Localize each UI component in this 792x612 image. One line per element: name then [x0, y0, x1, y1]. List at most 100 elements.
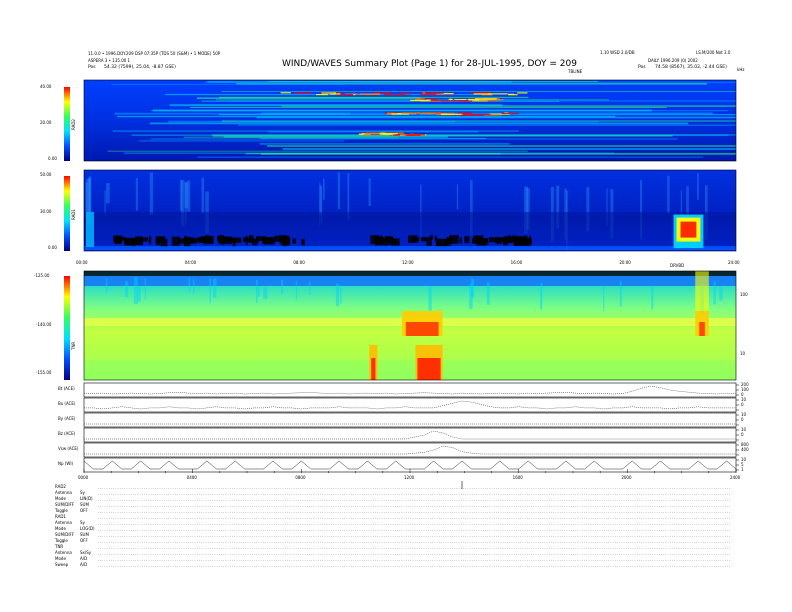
rad1-dark-band — [248, 235, 254, 243]
rad1-colorbar — [64, 176, 70, 251]
tnr-streak — [188, 277, 191, 293]
rad2-intense — [488, 93, 508, 95]
rad2-tick-bottom: 0.00 — [48, 156, 57, 161]
rad1-dark-band — [483, 238, 487, 246]
rad1-dark-band — [292, 238, 296, 244]
rad2-intense — [517, 92, 528, 94]
rad1-streak — [104, 190, 106, 216]
rad2-intense — [443, 93, 454, 95]
footer-dotted-rows — [98, 481, 730, 567]
rad1-streak — [135, 178, 138, 211]
line-panel-right-tick: 0 — [741, 417, 744, 422]
rad1-dark-band — [392, 238, 396, 245]
footer-key: RAD2 — [55, 484, 66, 489]
rad2-band — [149, 122, 689, 125]
tnr-low-burst-core — [417, 358, 441, 380]
rad2-intense — [405, 134, 426, 136]
rad1-dark-band — [459, 237, 463, 244]
rad1-streak — [201, 177, 205, 214]
rad1-dark-band — [262, 237, 272, 244]
rad2-band — [259, 142, 510, 145]
rad1-dark-band — [245, 235, 248, 245]
rad2-intense — [401, 112, 419, 114]
footer-value: Sy — [80, 490, 85, 495]
rad1-streak — [337, 172, 340, 209]
footer-key: RAD1 — [55, 514, 66, 519]
line-panel-right-tick: 0 — [741, 432, 744, 437]
rad2-intense — [410, 99, 430, 102]
time-tick-label: 0000 — [78, 475, 89, 480]
line-panel-frame — [83, 427, 737, 443]
rad1-streak — [105, 183, 110, 204]
rad2-axis-label: RAD2 — [71, 119, 76, 130]
rad1-dark-band — [379, 238, 388, 246]
tnr-streak — [603, 286, 605, 311]
rad1-dark-band — [135, 236, 143, 246]
rad2-band — [192, 104, 484, 106]
tnr-marker: DRVBD — [670, 263, 685, 268]
tnr-streak — [651, 286, 654, 310]
rad2-intense — [380, 132, 386, 134]
rad1-dark-band — [114, 235, 122, 244]
footer-key: Antenna — [55, 490, 72, 495]
rad2-band — [152, 109, 652, 112]
tnr-streak — [209, 278, 211, 304]
rad1-dark-band — [279, 235, 288, 243]
plot-canvas — [64, 79, 739, 567]
rad2-band — [197, 156, 703, 158]
tnr-tick-mid: -140.00 — [36, 322, 52, 327]
rad1-tick-mid: 30.00 — [40, 209, 52, 214]
rad1-streak — [456, 184, 459, 210]
rad1-bottom-row — [84, 246, 736, 250]
summary-plot-page: 11.0.0 • 1996.DOY.209 DSP 07:35P (TDS 50… — [0, 0, 792, 612]
rad2-band — [268, 130, 478, 133]
rad1-dark-band — [477, 235, 484, 240]
time-tick-label: 04:00 — [184, 260, 197, 265]
tnr-emission-core — [405, 322, 439, 336]
footer-key: Toggle — [55, 538, 68, 543]
rad2-intense — [450, 99, 470, 102]
rad2-intense — [420, 93, 437, 95]
rad2-band — [107, 150, 528, 152]
rad2-intense — [364, 134, 370, 136]
tnr-streak — [105, 278, 108, 293]
tnr-streak — [469, 283, 473, 310]
footer-value: SUM — [80, 502, 89, 507]
time-tick-label: 16:00 — [510, 260, 523, 265]
line-panel-right-tick: 400 — [741, 447, 749, 452]
rad1-dark-band — [220, 236, 225, 245]
rad1-dark-band — [148, 236, 152, 245]
rad2-tick-top: 40.00 — [40, 84, 52, 89]
line-panel-right-tick: 1 — [741, 467, 744, 472]
tnr-streak — [619, 281, 622, 307]
tnr-streak — [295, 281, 298, 300]
tnr-axis-label: TNR — [71, 341, 76, 350]
time-tick-label: 2000 — [621, 475, 632, 480]
line-series — [83, 460, 737, 470]
rad1-streak — [697, 173, 699, 200]
line-panel-right-tick: 0 — [741, 402, 744, 407]
footer-key: Antenna — [55, 550, 72, 555]
tnr-streak — [192, 279, 195, 294]
rad2-intense — [294, 92, 313, 94]
rad2-intense — [421, 112, 441, 114]
rad1-edge — [86, 212, 94, 247]
rad2-intense — [440, 113, 447, 115]
rad1-dark-band — [178, 238, 185, 244]
rad2-intense — [415, 98, 425, 100]
tnr-right-tick-100: 100 — [740, 292, 748, 297]
line-series — [84, 445, 736, 455]
tnr-streak — [541, 282, 543, 310]
rad2-intense — [473, 93, 491, 95]
rad1-tick-top: 50.00 — [40, 172, 52, 177]
tnr-colorbar — [64, 276, 70, 380]
line-panel-label: Bt (ACE) — [58, 386, 75, 391]
tnr-streak — [263, 286, 268, 299]
footer-key: TNR — [55, 544, 64, 549]
rad1-streak — [368, 178, 371, 206]
tnr-streak — [719, 286, 723, 301]
rad1-dark-band — [234, 237, 242, 244]
time-tick-label: 0800 — [295, 475, 306, 480]
rad2-band — [267, 145, 736, 147]
rad2-intense — [461, 114, 481, 116]
